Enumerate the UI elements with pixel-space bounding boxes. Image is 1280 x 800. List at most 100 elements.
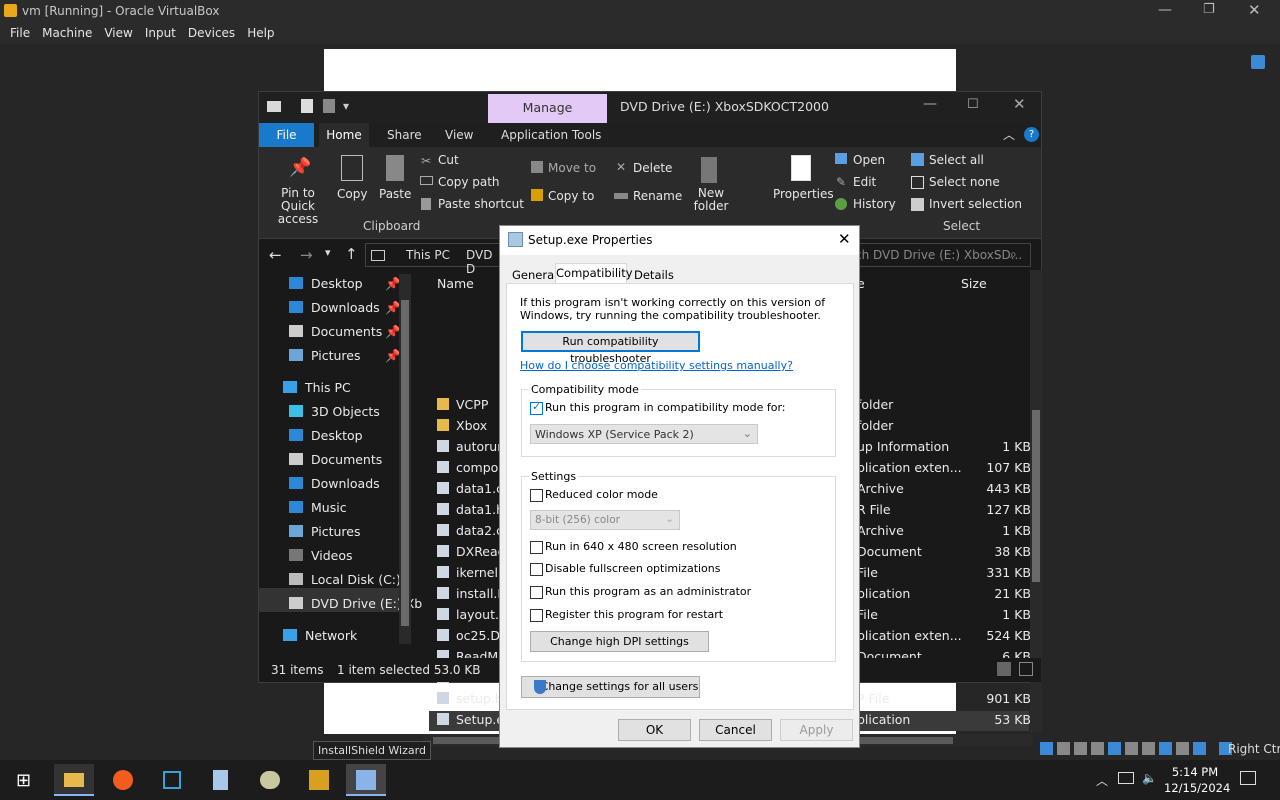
tab-home[interactable]: Home (319, 123, 369, 147)
close-icon[interactable]: ✕ (1013, 95, 1026, 113)
network-tray-icon[interactable] (1118, 772, 1134, 784)
file-row[interactable]: install.E (437, 586, 505, 601)
forward-icon[interactable]: → (300, 246, 313, 264)
taskbar-installshield[interactable] (346, 764, 386, 796)
nav-item-pictures[interactable]: Pictures 📌 (289, 348, 401, 363)
resolution-checkbox[interactable] (530, 541, 543, 554)
taskbar-explorer[interactable] (54, 764, 94, 796)
nav-item-documents[interactable]: Documents 📌 (289, 324, 401, 339)
minimize-icon[interactable]: — (923, 96, 937, 112)
nav-item-network[interactable]: Network (283, 628, 357, 643)
nav-item-music[interactable]: Music (289, 500, 347, 515)
nav-item-videos[interactable]: Videos (289, 548, 353, 563)
taskbar-app[interactable] (299, 764, 339, 796)
close-icon[interactable]: ✕ (1248, 1, 1261, 19)
minimize-icon[interactable]: — (1158, 2, 1172, 18)
notification-icon[interactable] (1251, 55, 1265, 69)
search-box[interactable]: ch DVD Drive (E:) XboxSD... ⌕ (849, 243, 1031, 267)
tab-file[interactable]: File (259, 123, 314, 147)
properties-button[interactable]: Properties (773, 187, 834, 201)
pin-to-quick-access-button[interactable]: Pin to Quick access (264, 187, 332, 226)
close-icon[interactable]: ✕ (838, 230, 851, 248)
address-bar[interactable]: This PC DVD D (365, 243, 505, 276)
nav-scrollbar[interactable] (399, 274, 411, 644)
shared-folders-icon[interactable] (1125, 742, 1138, 755)
file-row[interactable]: autorun (437, 439, 505, 454)
nav-item-desktop[interactable]: Desktop 📌 (289, 276, 401, 291)
nav-item-desktop-2[interactable]: Desktop (289, 428, 363, 443)
help-icon[interactable]: ? (1024, 127, 1039, 142)
nav-item-pictures-2[interactable]: Pictures (289, 524, 361, 539)
chevron-down-icon[interactable]: ▾ (343, 99, 349, 113)
mouse-integration-icon[interactable] (1193, 742, 1206, 755)
taskbar-notepad[interactable] (201, 764, 241, 796)
os-select[interactable]: Windows XP (Service Pack 2) ⌄ (530, 424, 758, 444)
menu-file[interactable]: File (4, 22, 36, 44)
new-folder-button[interactable]: New folder (689, 187, 733, 213)
history-button[interactable]: History (853, 197, 896, 211)
display-icon[interactable] (1142, 742, 1155, 755)
compat-mode-checkbox[interactable]: ✓ (530, 400, 543, 415)
tab-details[interactable]: Details (634, 268, 674, 282)
column-name[interactable]: Name (437, 276, 474, 291)
file-row[interactable]: Xbox (437, 418, 487, 433)
menu-machine[interactable]: Machine (36, 22, 98, 44)
audio-icon[interactable] (1074, 742, 1087, 755)
tab-manage[interactable]: Manage (488, 94, 607, 123)
select-all-button[interactable]: Select all (929, 153, 984, 167)
tab-application-tools[interactable]: Application Tools (501, 128, 601, 142)
nav-item-documents-2[interactable]: Documents (289, 452, 382, 467)
recording-icon[interactable] (1159, 742, 1172, 755)
copy-to-button[interactable]: Copy to (548, 189, 594, 203)
open-button[interactable]: Open (853, 153, 885, 167)
tab-share[interactable]: Share (387, 128, 422, 142)
file-row[interactable]: compob (437, 460, 506, 475)
taskbar-visual-studio[interactable] (152, 764, 192, 796)
fullscreen-checkbox[interactable] (530, 563, 543, 576)
column-size[interactable]: Size (961, 276, 987, 291)
paste-button[interactable]: Paste (379, 187, 411, 201)
taskbar-paint[interactable] (250, 764, 290, 796)
tab-general[interactable]: General (512, 268, 557, 282)
copy-path-button[interactable]: Copy path (438, 175, 500, 189)
up-icon[interactable]: ↑ (345, 245, 358, 263)
tab-compatibility[interactable]: Compatibility (555, 263, 633, 284)
chevron-up-icon[interactable]: ︿ (1096, 772, 1108, 789)
high-dpi-button[interactable]: Change high DPI settings (530, 631, 709, 652)
recent-locations-icon[interactable]: ▾ (325, 246, 331, 259)
all-users-button[interactable]: Change settings for all users (521, 676, 700, 698)
tab-view[interactable]: View (445, 128, 473, 142)
paste-shortcut-button[interactable]: Paste shortcut (438, 197, 524, 211)
usb-icon[interactable] (1108, 742, 1121, 755)
file-row[interactable]: VCPP (437, 397, 488, 412)
clock[interactable]: 5:14 PM 12/15/2024 (1164, 764, 1230, 796)
apply-button[interactable]: Apply (780, 719, 853, 741)
breadcrumb-this-pc[interactable]: This PC (406, 248, 450, 262)
back-icon[interactable]: ← (269, 246, 282, 264)
file-row[interactable]: DXRead (437, 544, 506, 559)
compatibility-help-link[interactable]: How do I choose compatibility settings m… (520, 359, 793, 372)
new-folder-quick-icon[interactable] (323, 99, 335, 113)
taskbar-firefox[interactable] (103, 764, 143, 796)
select-none-button[interactable]: Select none (929, 175, 1000, 189)
action-center-icon[interactable] (1240, 771, 1256, 785)
optical-icon[interactable] (1057, 742, 1070, 755)
start-icon[interactable]: ⊞ (16, 770, 31, 791)
file-row[interactable]: oc25.Dll (437, 628, 507, 643)
move-to-button[interactable]: Move to (548, 161, 596, 175)
menu-devices[interactable]: Devices (182, 22, 241, 44)
volume-icon[interactable]: 🔈 (1142, 771, 1157, 785)
ok-button[interactable]: OK (618, 719, 691, 741)
details-view-icon[interactable] (997, 662, 1011, 676)
network-status-icon[interactable] (1091, 742, 1104, 755)
nav-item-this-pc[interactable]: This PC (283, 380, 351, 395)
restart-checkbox[interactable] (530, 609, 543, 622)
nav-item-local-disk[interactable]: Local Disk (C:) (289, 572, 401, 587)
properties-quick-icon[interactable] (301, 99, 313, 113)
edit-button[interactable]: Edit (853, 175, 876, 189)
menu-view[interactable]: View (98, 22, 138, 44)
invert-selection-button[interactable]: Invert selection (929, 197, 1022, 211)
menu-input[interactable]: Input (139, 22, 182, 44)
cut-button[interactable]: Cut (438, 153, 459, 167)
admin-checkbox[interactable] (530, 586, 543, 599)
